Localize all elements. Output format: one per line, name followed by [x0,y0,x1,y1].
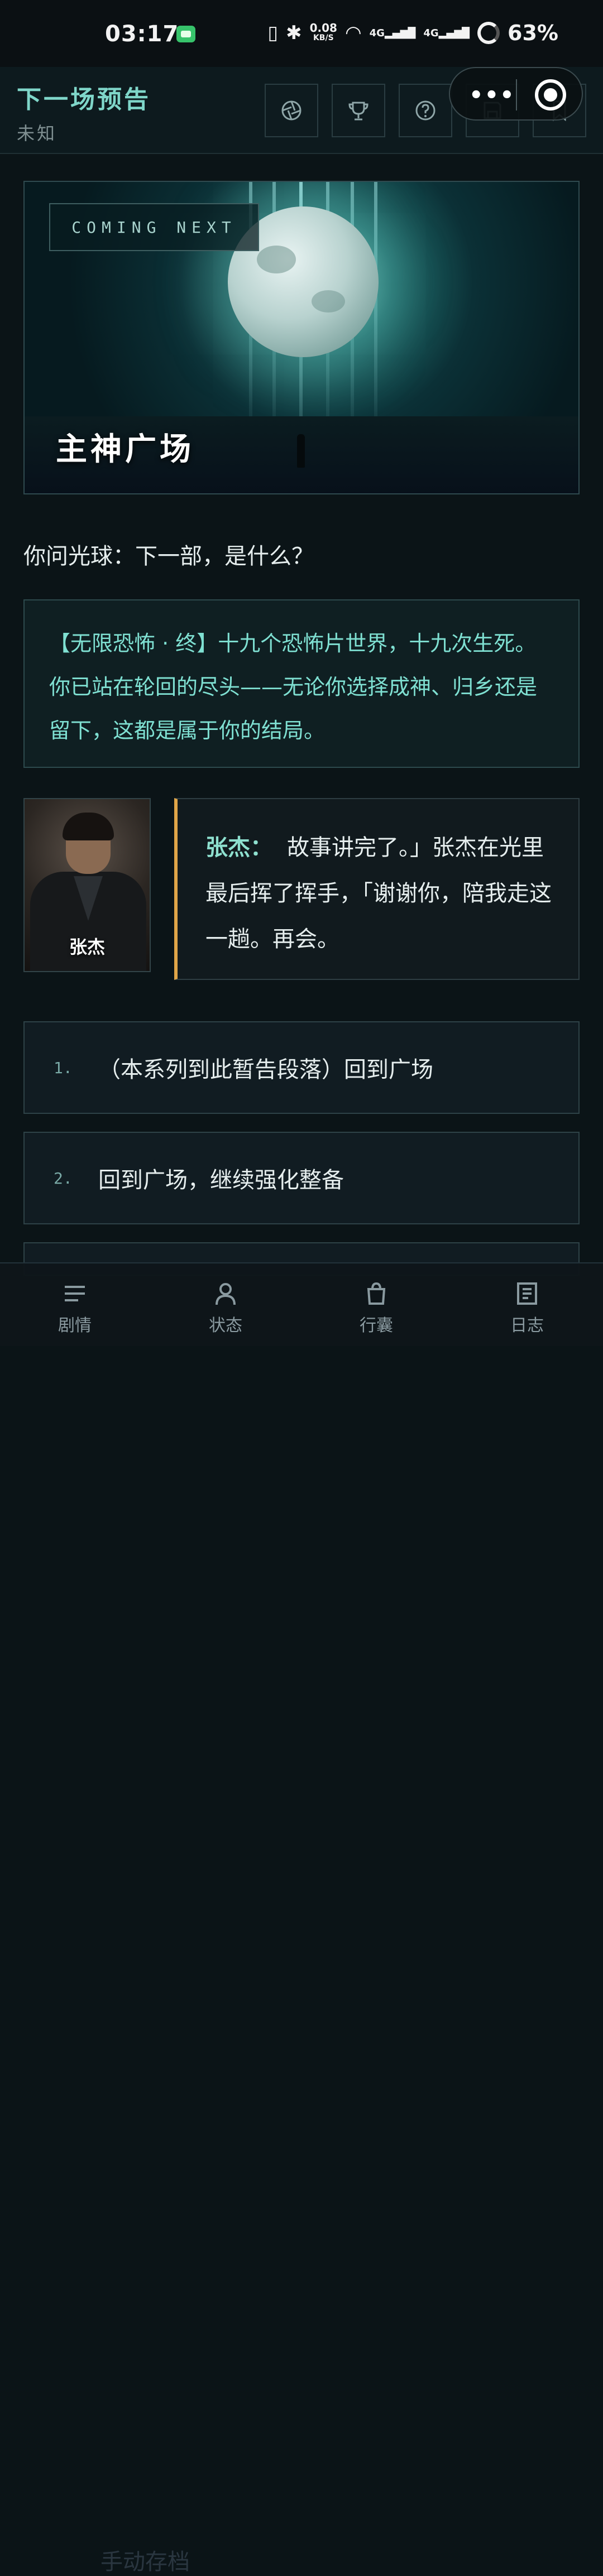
page-subtitle: 未知 [17,123,58,144]
page-title: 下一场预告 [17,85,151,114]
nav-label: 日志 [510,1316,544,1335]
narration-question: 你问光球：下一部，是什么？ [23,544,314,569]
log-icon [517,1282,537,1305]
nav-label: 行囊 [360,1316,393,1335]
message-icon [176,26,195,42]
wifi-icon: ◠ [344,22,362,44]
app-header: 下一场预告 未知 ••• [0,67,603,154]
lore-text: 【无限恐怖 · 终】十九个恐怖片世界，十九次生死。你已站在轮回的尽头——无论你选… [49,631,538,743]
battery-icon [477,22,500,44]
close-target-icon[interactable] [535,79,566,110]
battery-percent: 63% [508,21,558,45]
trophy-button[interactable] [332,84,385,137]
option-label: （本系列到此暂告段落）回到广场 [98,1057,433,1083]
nav-log[interactable]: 日志 [488,1279,566,1336]
standing-figure [297,434,305,468]
vibrate-icon: ▯ [267,22,279,44]
status-indicators: ▯ ✱ 0.08 KB/S ◠ 4G▂▄▆█ 4G▂▄▆█ 63% [267,19,558,47]
bag-icon [367,1282,386,1305]
nav-inventory[interactable]: 行囊 [337,1279,415,1336]
dialog-speaker: 张杰： [205,835,272,861]
portrait-hair [63,813,114,840]
option-label-behind-nav: 手动存档 [100,2549,190,2575]
nav-story[interactable]: 剧情 [36,1279,114,1336]
trophy-icon [348,102,368,121]
portrait-name: 张杰 [69,936,105,958]
help-icon [415,100,436,121]
person-icon [216,1283,236,1305]
more-icon[interactable]: ••• [469,83,515,108]
option-number: 1. [54,1058,73,1077]
signal-icon-1: 4G▂▄▆█ [369,27,416,39]
character-portrait: 张杰 [23,798,151,972]
net-speed: 0.08 KB/S [309,21,337,42]
bottom-nav: 手动存档 剧情 状态 行囊 日志 [0,1262,603,2575]
aperture-icon [281,100,302,121]
signal-icon-2: 4G▂▄▆█ [423,27,470,39]
mini-program-capsule: ••• [449,67,583,121]
choice-option-1[interactable]: 1. （本系列到此暂告段落）回到广场 [23,1021,580,1114]
scene-banner: COMING NEXT 主神广场 [23,181,580,494]
nav-label: 状态 [209,1316,242,1335]
status-time: 03:17 [105,21,179,47]
lore-box: 【无限恐怖 · 终】十九个恐怖片世界，十九次生死。你已站在轮回的尽头——无论你选… [23,599,580,768]
bluetooth-icon: ✱ [286,22,302,44]
nav-status[interactable]: 状态 [186,1279,265,1336]
coming-next-tag: COMING NEXT [49,203,259,251]
menu-icon [65,1286,85,1301]
option-label: 回到广场，继续强化整备 [98,1167,344,1193]
option-number: 2. [54,1169,73,1188]
capsule-divider [516,79,517,110]
aperture-button[interactable] [265,84,318,137]
dialog-box: 张杰： 故事讲完了。」张杰在光里最后挥了挥手，「谢谢你，陪我走这一趟。再会。 [174,798,580,980]
status-bar: 03:17 ▯ ✱ 0.08 KB/S ◠ 4G▂▄▆█ 4G▂▄▆█ 63% [0,0,603,67]
scene-name: 主神广场 [56,431,194,468]
nav-label: 剧情 [58,1316,92,1335]
help-button[interactable] [399,84,452,137]
choice-option-2[interactable]: 2. 回到广场，继续强化整备 [23,1132,580,1224]
